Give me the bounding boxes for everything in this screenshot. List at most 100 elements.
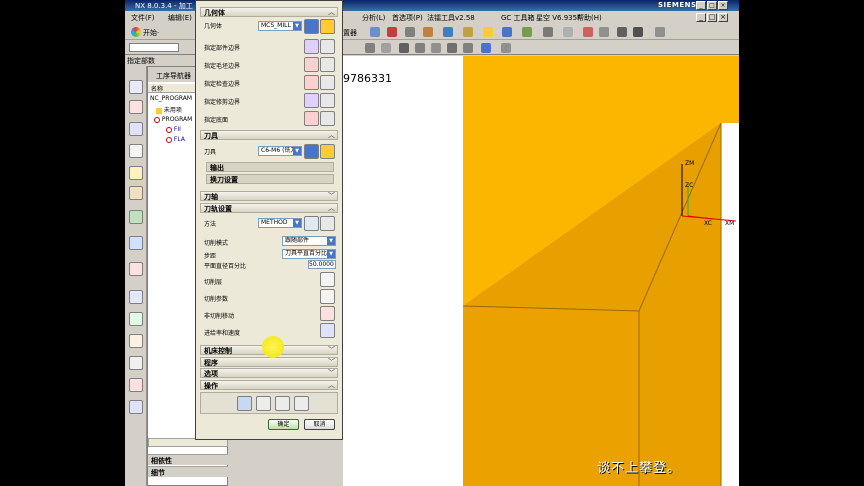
- menu-xingkong[interactable]: 星空 V6.935F: [536, 13, 581, 23]
- subsection-toolchange[interactable]: 换刀设置: [206, 174, 334, 184]
- nav-icon-part[interactable]: [129, 100, 143, 114]
- trim-boundary-button[interactable]: [304, 93, 319, 108]
- noncut-button[interactable]: [320, 306, 335, 321]
- folder-icon[interactable]: [483, 27, 493, 37]
- arc-icon[interactable]: [431, 43, 441, 53]
- blank-boundary-button[interactable]: [304, 57, 319, 72]
- view-icon[interactable]: [563, 27, 573, 37]
- percent-input[interactable]: 50.0000: [308, 260, 336, 269]
- minimize-button[interactable]: _: [696, 1, 706, 10]
- menu-gc-toolbox[interactable]: GC 工具箱: [501, 13, 535, 23]
- section-path-settings[interactable]: 刀轨设置 ︿: [200, 203, 338, 213]
- part-boundary-button[interactable]: [304, 39, 319, 54]
- start-menu[interactable]: 开始·: [143, 28, 159, 38]
- menu-edit[interactable]: 编辑(E): [168, 13, 192, 23]
- generate-icon[interactable]: [237, 396, 252, 411]
- graphics-window[interactable]: ZM ZC XC XM 9786331: [343, 56, 739, 486]
- nav-icon-history[interactable]: [129, 122, 143, 136]
- edit-method-button[interactable]: [304, 216, 319, 231]
- tool-icon[interactable]: [387, 27, 397, 37]
- geometry-icon[interactable]: [443, 27, 453, 37]
- list-icon[interactable]: [294, 396, 309, 411]
- nav-icon-reuse[interactable]: [129, 186, 143, 200]
- flashlight-icon-4[interactable]: [320, 93, 335, 108]
- cancel-button[interactable]: 取消: [304, 419, 335, 430]
- edit-tool-button[interactable]: [320, 144, 335, 159]
- cube-icon[interactable]: [481, 43, 491, 53]
- section-actions[interactable]: 操作 ︿: [200, 380, 338, 390]
- ok-button[interactable]: 确定: [268, 419, 299, 430]
- close-button[interactable]: ×: [718, 1, 728, 10]
- menu-file[interactable]: 文件(F): [131, 13, 155, 23]
- new-tool-button[interactable]: [304, 144, 319, 159]
- select-icon[interactable]: [370, 27, 380, 37]
- nav-icon-clock[interactable]: [129, 290, 143, 304]
- nav-icon-web[interactable]: [129, 236, 143, 250]
- line-icon[interactable]: [399, 43, 409, 53]
- point-icon[interactable]: [381, 43, 391, 53]
- new-geometry-button[interactable]: [304, 19, 319, 34]
- edit-geometry-button[interactable]: [320, 19, 335, 34]
- menu-analysis[interactable]: 分析(L): [362, 13, 385, 23]
- cut-params-button[interactable]: [320, 289, 335, 304]
- doc-minimize-button[interactable]: _: [696, 13, 706, 22]
- nav-icon-roles[interactable]: [129, 356, 143, 370]
- edit-icon[interactable]: [405, 27, 415, 37]
- tool-select[interactable]: C6-M6 (铣刀 ▼: [258, 146, 302, 156]
- wrench-icon[interactable]: [320, 216, 335, 231]
- section-options[interactable]: 选项 ﹀: [200, 368, 338, 378]
- details-panel[interactable]: 细节: [148, 466, 228, 477]
- geometry-select[interactable]: MCS_MILL ▼: [258, 21, 302, 31]
- maximize-button[interactable]: □: [707, 1, 717, 10]
- section-tool[interactable]: 刀具 ︿: [200, 130, 338, 140]
- filter-dropdown[interactable]: [129, 43, 179, 52]
- section-geometry[interactable]: 几何体 ︿: [200, 7, 338, 17]
- dependencies-panel[interactable]: 相依性: [148, 454, 228, 465]
- snap-icon[interactable]: [365, 43, 375, 53]
- floor-button[interactable]: [304, 111, 319, 126]
- orient-icon[interactable]: [501, 43, 511, 53]
- nav-icon-history-2[interactable]: [129, 262, 143, 276]
- nav-icon-system[interactable]: [129, 312, 143, 326]
- subsection-output[interactable]: 输出: [206, 162, 334, 172]
- check-boundary-button[interactable]: [304, 75, 319, 90]
- nav-icon-hd3d[interactable]: [129, 210, 143, 224]
- flashlight-icon-2[interactable]: [320, 57, 335, 72]
- doc-close-button[interactable]: ×: [718, 13, 728, 22]
- post-icon[interactable]: [633, 27, 643, 37]
- layer-icon[interactable]: [543, 27, 553, 37]
- sim-icon[interactable]: [617, 27, 627, 37]
- nav-icon-machine[interactable]: [129, 166, 143, 180]
- report-icon[interactable]: [655, 27, 665, 37]
- start-icon[interactable]: [131, 27, 141, 37]
- replay-icon[interactable]: [256, 396, 271, 411]
- doc-maximize-button[interactable]: □: [707, 13, 717, 22]
- program-icon[interactable]: [423, 27, 433, 37]
- menu-preferences[interactable]: 首选项(P): [392, 13, 423, 23]
- nav-icon-assembly[interactable]: [129, 80, 143, 94]
- rect-icon[interactable]: [502, 27, 512, 37]
- cutmode-select[interactable]: 跟随部件 ▼: [282, 236, 336, 246]
- circle-icon[interactable]: [415, 43, 425, 53]
- nav-icon-book[interactable]: [129, 400, 143, 414]
- mid-icon[interactable]: [463, 43, 473, 53]
- menu-falei-tools[interactable]: 法镭工具v2.58: [427, 13, 475, 23]
- flashlight-icon[interactable]: [320, 39, 335, 54]
- menu-help[interactable]: 帮助(H): [577, 13, 602, 23]
- end-icon[interactable]: [447, 43, 457, 53]
- flashlight-icon-3[interactable]: [320, 75, 335, 90]
- section-tool-axis[interactable]: 刀轴 ﹀: [200, 191, 338, 201]
- method-icon[interactable]: [463, 27, 473, 37]
- method-select[interactable]: METHOD ▼: [258, 218, 302, 228]
- path-icon[interactable]: [522, 27, 532, 37]
- nav-icon-operation[interactable]: [129, 144, 143, 158]
- nav-icon-palette[interactable]: [129, 334, 143, 348]
- nav-icon-process[interactable]: [129, 378, 143, 392]
- stepover-select[interactable]: 刀具平直百分比 ▼: [282, 249, 336, 259]
- feeds-button[interactable]: [320, 323, 335, 338]
- section-program[interactable]: 程序 ﹀: [200, 357, 338, 367]
- shade-icon[interactable]: [599, 27, 609, 37]
- verify-icon[interactable]: [275, 396, 290, 411]
- cut-levels-button[interactable]: [320, 272, 335, 287]
- flashlight-icon-5[interactable]: [320, 111, 335, 126]
